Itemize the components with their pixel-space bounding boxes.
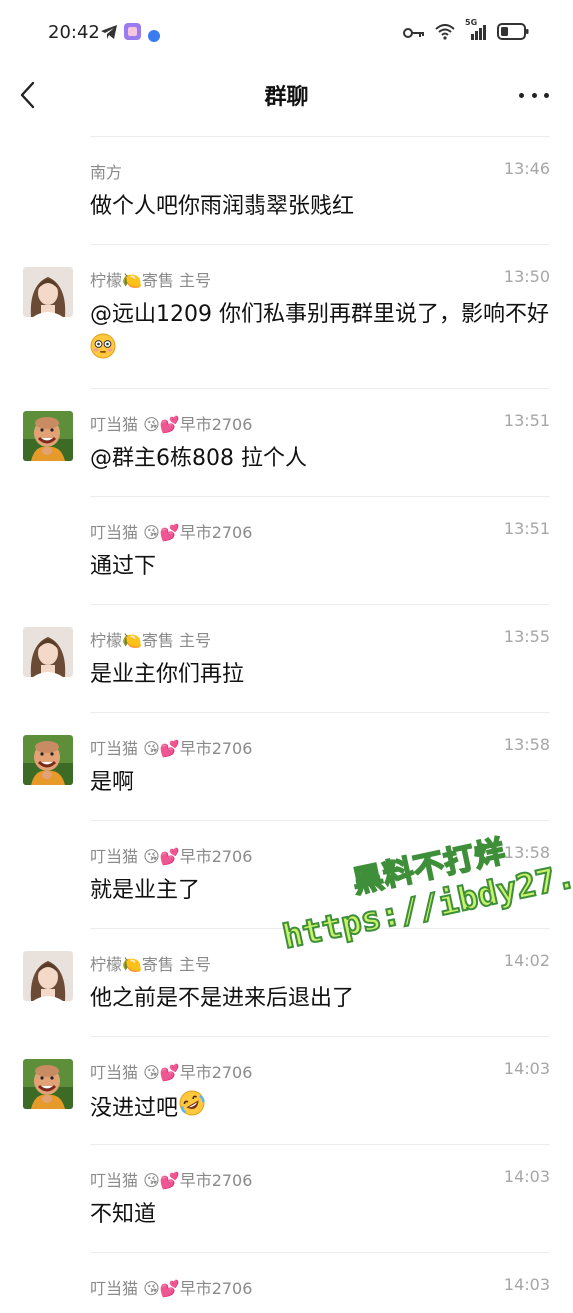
message-text: 通过下 xyxy=(90,549,550,585)
message-time: 14:03 xyxy=(503,1059,550,1078)
message-text-content: 做个人吧你雨润翡翠张贱红 xyxy=(90,194,355,219)
message-row[interactable]: 叮当猫 😘💕早市2706 14:03 不知道 xyxy=(90,1144,550,1252)
message-time: 13:58 xyxy=(503,843,550,862)
message-text-content: 通过下 xyxy=(90,554,157,579)
message-row[interactable]: 叮当猫 😘💕早市2706 13:51 通过下 xyxy=(90,496,550,604)
message-time: 13:50 xyxy=(503,267,550,286)
avatar-woman[interactable] xyxy=(23,267,73,317)
message-row[interactable]: 柠檬🍋寄售 主号 14:02 他之前是不是进来后退出了 xyxy=(23,928,550,1036)
message-text: 就是业主了 xyxy=(90,873,550,909)
telegram-icon xyxy=(100,24,118,44)
message-text-content: @群主6栋808 拉个人 xyxy=(90,446,307,471)
sender-name: 柠檬🍋寄售 主号 xyxy=(90,955,212,974)
message-text: @远山1209 你们私事别再群里说了，影响不好 xyxy=(90,297,550,371)
wifi-icon xyxy=(435,23,455,44)
message-row[interactable]: 柠檬🍋寄售 主号 13:55 是业主你们再拉 xyxy=(23,604,550,712)
message-text-content: @远山1209 你们私事别再群里说了，影响不好 xyxy=(90,302,549,327)
avatar-monk[interactable] xyxy=(23,411,73,461)
message-list[interactable]: 南方 13:46 做个人吧你雨润翡翠张贱红柠檬🍋寄售 主号 13:50 @远山1209 … xyxy=(0,136,573,1313)
message-row[interactable]: 叮当猫 😘💕早市2706 13:51 @群主6栋808 拉个人 xyxy=(23,388,550,496)
sender-name: 叮当猫 😘💕早市2706 xyxy=(90,739,253,758)
message-text-content: 没进过吧 xyxy=(90,1096,179,1121)
message-text-content: 就是业主了 xyxy=(90,878,201,903)
cellular-signal-icon: 5G xyxy=(465,18,487,44)
message-time: 14:02 xyxy=(503,951,550,970)
avatar-woman[interactable] xyxy=(23,627,73,677)
message-text-content: 是业主你们再拉 xyxy=(90,662,245,687)
sender-name: 柠檬🍋寄售 主号 xyxy=(90,271,212,290)
message-text: 他之前是不是进来后退出了 xyxy=(90,981,550,1017)
sender-name: 叮当猫 😘💕早市2706 xyxy=(90,847,253,866)
message-text: 做个人吧你雨润翡翠张贱红 xyxy=(90,189,550,225)
message-text-content: 他之前是不是进来后退出了 xyxy=(90,986,355,1011)
message-text-content: 不知道 xyxy=(90,1202,157,1227)
message-text: 是业主你们再拉 xyxy=(90,657,550,693)
message-text: 不知道 xyxy=(90,1197,550,1233)
message-time: 13:51 xyxy=(503,411,550,430)
sender-name: 叮当猫 😘💕早市2706 xyxy=(90,415,253,434)
message-row[interactable]: 柠檬🍋寄售 主号 13:50 @远山1209 你们私事别再群里说了，影响不好 xyxy=(23,244,550,388)
message-row[interactable]: 叮当猫 😘💕早市2706 13:58 就是业主了 xyxy=(90,820,550,928)
sender-name: 叮当猫 😘💕早市2706 xyxy=(90,1171,253,1190)
message-text: 没进过吧 xyxy=(90,1089,550,1129)
key-icon xyxy=(403,24,425,43)
message-row[interactable]: 叮当猫 😘💕早市2706 13:58 是啊 xyxy=(23,712,550,820)
message-row[interactable]: 叮当猫 😘💕早市2706 14:03 xyxy=(90,1252,550,1313)
rolling-laughing-face-icon xyxy=(178,1089,206,1129)
message-time: 13:46 xyxy=(503,159,550,178)
more-options-icon[interactable] xyxy=(519,80,549,110)
chat-header: 群聊 xyxy=(0,66,573,124)
sender-name: 柠檬🍋寄售 主号 xyxy=(90,631,212,650)
status-time: 20:42 xyxy=(48,22,100,43)
message-time: 13:55 xyxy=(503,627,550,646)
page-title: 群聊 xyxy=(264,85,309,110)
status-right-icons: 5G xyxy=(403,18,529,44)
battery-icon xyxy=(497,23,529,44)
message-row[interactable]: 南方 13:46 做个人吧你雨润翡翠张贱红 xyxy=(90,136,550,244)
sender-name: 叮当猫 😘💕早市2706 xyxy=(90,1279,253,1298)
dot-icon xyxy=(148,27,160,46)
app-notification-icon xyxy=(124,23,141,44)
avatar-monk[interactable] xyxy=(23,1059,73,1109)
message-time: 14:03 xyxy=(503,1275,550,1294)
message-time: 13:51 xyxy=(503,519,550,538)
message-time: 13:58 xyxy=(503,735,550,754)
message-row[interactable]: 叮当猫 😘💕早市2706 14:03 没进过吧 xyxy=(23,1036,550,1144)
message-text: 是啊 xyxy=(90,765,550,801)
sender-name: 南方 xyxy=(90,163,123,182)
flushed-face-icon xyxy=(90,333,116,371)
message-time: 14:03 xyxy=(503,1167,550,1186)
avatar-monk[interactable] xyxy=(23,735,73,785)
status-bar: 20:42 5G xyxy=(0,0,573,66)
sender-name: 叮当猫 😘💕早市2706 xyxy=(90,1063,253,1082)
avatar-woman[interactable] xyxy=(23,951,73,1001)
message-text: @群主6栋808 拉个人 xyxy=(90,441,550,477)
message-text-content: 是啊 xyxy=(90,770,135,795)
sender-name: 叮当猫 😘💕早市2706 xyxy=(90,523,253,542)
